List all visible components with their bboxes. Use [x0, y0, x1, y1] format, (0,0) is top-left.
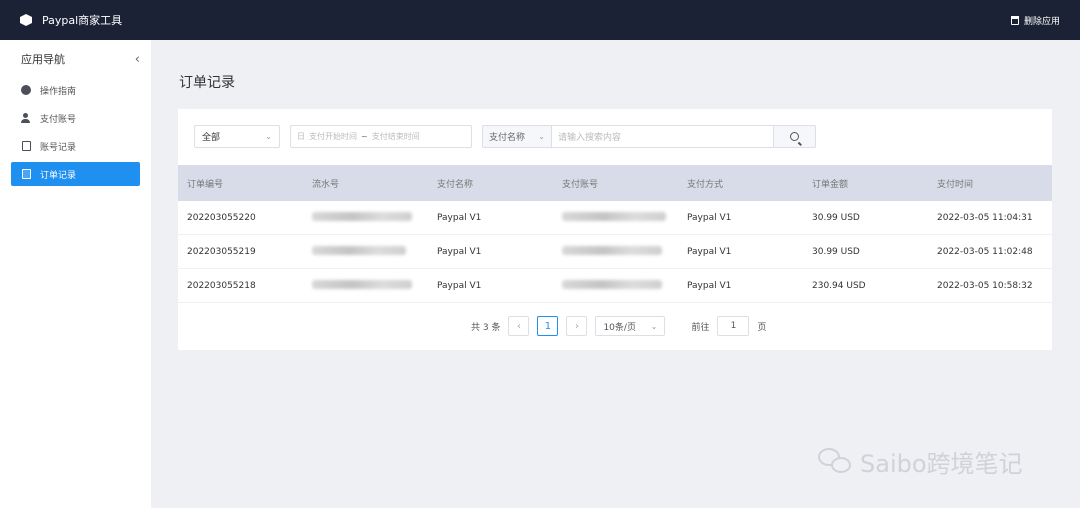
page-number-button[interactable]: 1 — [537, 316, 559, 336]
sidebar-title: 应用导航 — [21, 53, 65, 66]
column-header: 支付时间 — [937, 179, 974, 190]
chevron-down-icon: ⌄ — [650, 321, 658, 331]
column-header: 支付方式 — [687, 179, 724, 190]
serial-no-cell — [303, 279, 428, 292]
amount-cell: 230.94 USD — [812, 280, 866, 291]
sidebar-item-payment-account[interactable]: 支付账号 — [11, 106, 140, 130]
pay-method-cell: Paypal V1 — [687, 280, 732, 291]
pay-method-cell: Paypal V1 — [687, 246, 732, 257]
pay-account-cell — [553, 211, 678, 224]
sidebar-item-guide[interactable]: 操作指南 — [11, 78, 140, 102]
column-header: 订单编号 — [187, 179, 224, 190]
amount-cell: 30.99 USD — [812, 246, 860, 257]
goto-label: 前往 — [691, 322, 710, 333]
page-title: 订单记录 — [179, 75, 235, 91]
search-group: 支付名称 ⌄ 请输入搜索内容 — [482, 125, 816, 148]
sidebar: 应用导航 ‹ 操作指南 支付账号 账号记录 订单记录 — [0, 40, 151, 508]
column-header: 支付账号 — [562, 179, 599, 190]
calendar-icon: 日 — [297, 132, 305, 141]
status-select[interactable]: 全部 ⌄ — [194, 125, 280, 148]
column-header: 流水号 — [312, 179, 340, 190]
column-header: 支付名称 — [437, 179, 474, 190]
sidebar-item-label: 账号记录 — [40, 142, 77, 153]
page-unit-label: 页 — [757, 322, 767, 333]
amount-cell: 30.99 USD — [812, 212, 860, 223]
redacted-account — [562, 245, 662, 255]
total-count: 共 3 条 — [471, 322, 501, 333]
prev-page-button[interactable]: ‹ — [508, 316, 530, 336]
pay-name-cell: Paypal V1 — [437, 246, 482, 257]
column-header: 订单金额 — [812, 179, 849, 190]
order-no-cell: 202203055219 — [187, 246, 256, 257]
wechat-icon — [818, 447, 852, 476]
order-no-cell: 202203055220 — [187, 212, 256, 223]
pay-name-cell: Paypal V1 — [437, 212, 482, 223]
redacted-serial — [312, 279, 412, 289]
pagination: 共 3 条 ‹ 1 › 10条/页 ⌄ 前往 1 页 — [471, 316, 766, 336]
collapse-sidebar-icon[interactable]: ‹ — [135, 52, 140, 67]
app-brand: Paypal商家工具 — [20, 12, 122, 28]
redacted-serial — [312, 245, 406, 255]
next-page-button[interactable]: › — [566, 316, 588, 336]
goto-page-input[interactable]: 1 — [717, 316, 750, 336]
table-row: 202203055218 Paypal V1 Paypal V1 230.94 … — [178, 269, 1052, 303]
sidebar-item-label: 订单记录 — [40, 170, 77, 181]
chevron-down-icon: ⌄ — [265, 132, 272, 141]
delete-app-label: 删除应用 — [1023, 16, 1060, 27]
redacted-account — [562, 279, 662, 289]
redacted-serial — [312, 211, 412, 221]
order-no-cell: 202203055218 — [187, 280, 256, 291]
table-row: 202203055219 Paypal V1 Paypal V1 30.99 U… — [178, 235, 1052, 269]
pay-method-cell: Paypal V1 — [687, 212, 732, 223]
table-row: 202203055220 Paypal V1 Paypal V1 30.99 U… — [178, 201, 1052, 235]
date-end-input[interactable]: 支付结束时间 — [372, 131, 420, 142]
pay-time-cell: 2022-03-05 10:58:32 — [937, 280, 1033, 291]
guide-icon — [21, 85, 31, 95]
serial-no-cell — [303, 211, 428, 224]
table-header: 订单编号 流水号 支付名称 支付账号 支付方式 订单金额 支付时间 — [178, 165, 1052, 201]
order-record-icon — [21, 169, 31, 179]
order-panel: 全部 ⌄ 日 支付开始时间 ~ 支付结束时间 支付名称 ⌄ 请输入搜索内容 订单… — [178, 109, 1052, 350]
search-type-value: 支付名称 — [489, 133, 526, 143]
sidebar-item-label: 操作指南 — [40, 86, 77, 97]
page-size-value: 10条/页 — [603, 322, 636, 333]
date-start-input[interactable]: 支付开始时间 — [309, 131, 357, 142]
pay-time-cell: 2022-03-05 11:04:31 — [937, 212, 1033, 223]
top-bar: Paypal商家工具 删除应用 — [0, 0, 1080, 40]
watermark: Saibo跨境笔记 — [818, 444, 1023, 479]
pay-account-cell — [553, 279, 678, 292]
date-range-picker[interactable]: 日 支付开始时间 ~ 支付结束时间 — [290, 125, 472, 148]
search-input[interactable]: 请输入搜索内容 — [552, 125, 774, 148]
redacted-account — [562, 211, 666, 221]
search-button[interactable] — [774, 125, 816, 148]
delete-app-button[interactable]: 删除应用 — [1010, 14, 1060, 27]
serial-no-cell — [303, 245, 428, 258]
sidebar-item-order-records[interactable]: 订单记录 — [11, 162, 140, 186]
orders-table: 订单编号 流水号 支付名称 支付账号 支付方式 订单金额 支付时间 202203… — [178, 165, 1052, 303]
user-icon — [21, 113, 31, 123]
sidebar-item-label: 支付账号 — [40, 114, 77, 125]
search-icon — [790, 132, 799, 141]
app-title: Paypal商家工具 — [42, 14, 123, 27]
cube-logo-icon — [20, 14, 32, 26]
watermark-text: Saibo跨境笔记 — [860, 450, 1023, 478]
status-select-value: 全部 — [202, 133, 221, 143]
sidebar-item-account-records[interactable]: 账号记录 — [11, 134, 140, 158]
page-size-select[interactable]: 10条/页 ⌄ — [595, 316, 666, 336]
pay-time-cell: 2022-03-05 11:02:48 — [937, 246, 1033, 257]
pay-name-cell: Paypal V1 — [437, 280, 482, 291]
search-type-select[interactable]: 支付名称 ⌄ — [482, 125, 552, 148]
trash-icon — [1010, 15, 1019, 25]
chevron-down-icon: ⌄ — [538, 132, 545, 141]
pay-account-cell — [553, 245, 678, 258]
date-range-separator: ~ — [361, 132, 368, 141]
account-record-icon — [21, 141, 31, 151]
sidebar-header: 应用导航 ‹ — [0, 40, 151, 78]
filter-bar: 全部 ⌄ 日 支付开始时间 ~ 支付结束时间 支付名称 ⌄ 请输入搜索内容 — [194, 125, 816, 148]
